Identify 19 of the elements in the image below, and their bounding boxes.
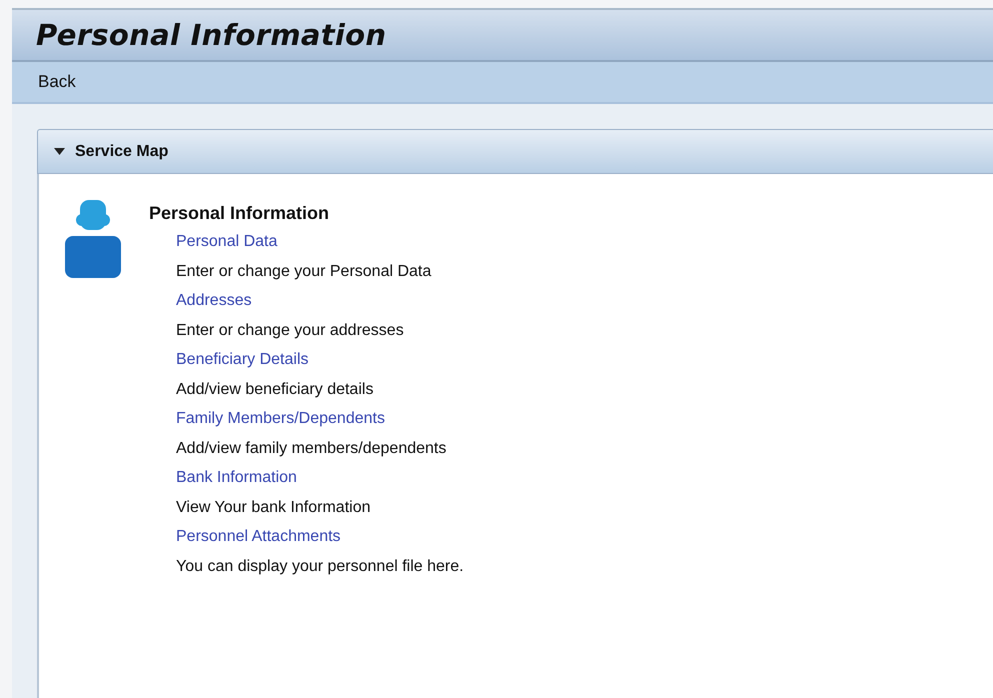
- service-link[interactable]: Personal Data: [176, 231, 464, 253]
- page-title: Personal Information: [36, 18, 386, 52]
- service-description: Add/view beneficiary details: [176, 380, 374, 400]
- service-link[interactable]: Addresses: [176, 290, 464, 312]
- back-link[interactable]: Back: [38, 69, 76, 95]
- person-icon: [65, 200, 121, 278]
- panel-header[interactable]: Service Map: [37, 129, 993, 174]
- service-link[interactable]: Bank Information: [176, 467, 464, 489]
- service-description: You can display your personnel file here.: [176, 557, 464, 577]
- service-description: View Your bank Information: [176, 498, 372, 518]
- section-title: Personal Information: [149, 202, 330, 225]
- service-link[interactable]: Beneficiary Details: [176, 349, 464, 371]
- service-description: Enter or change your addresses: [176, 321, 405, 341]
- service-link[interactable]: Family Members/Dependents: [176, 408, 464, 430]
- panel-title: Service Map: [75, 142, 168, 162]
- collapse-triangle-icon[interactable]: [54, 148, 65, 155]
- service-description: Add/view family members/dependents: [176, 439, 448, 459]
- service-description: Enter or change your Personal Data: [176, 262, 432, 282]
- service-link[interactable]: Personnel Attachments: [176, 526, 464, 548]
